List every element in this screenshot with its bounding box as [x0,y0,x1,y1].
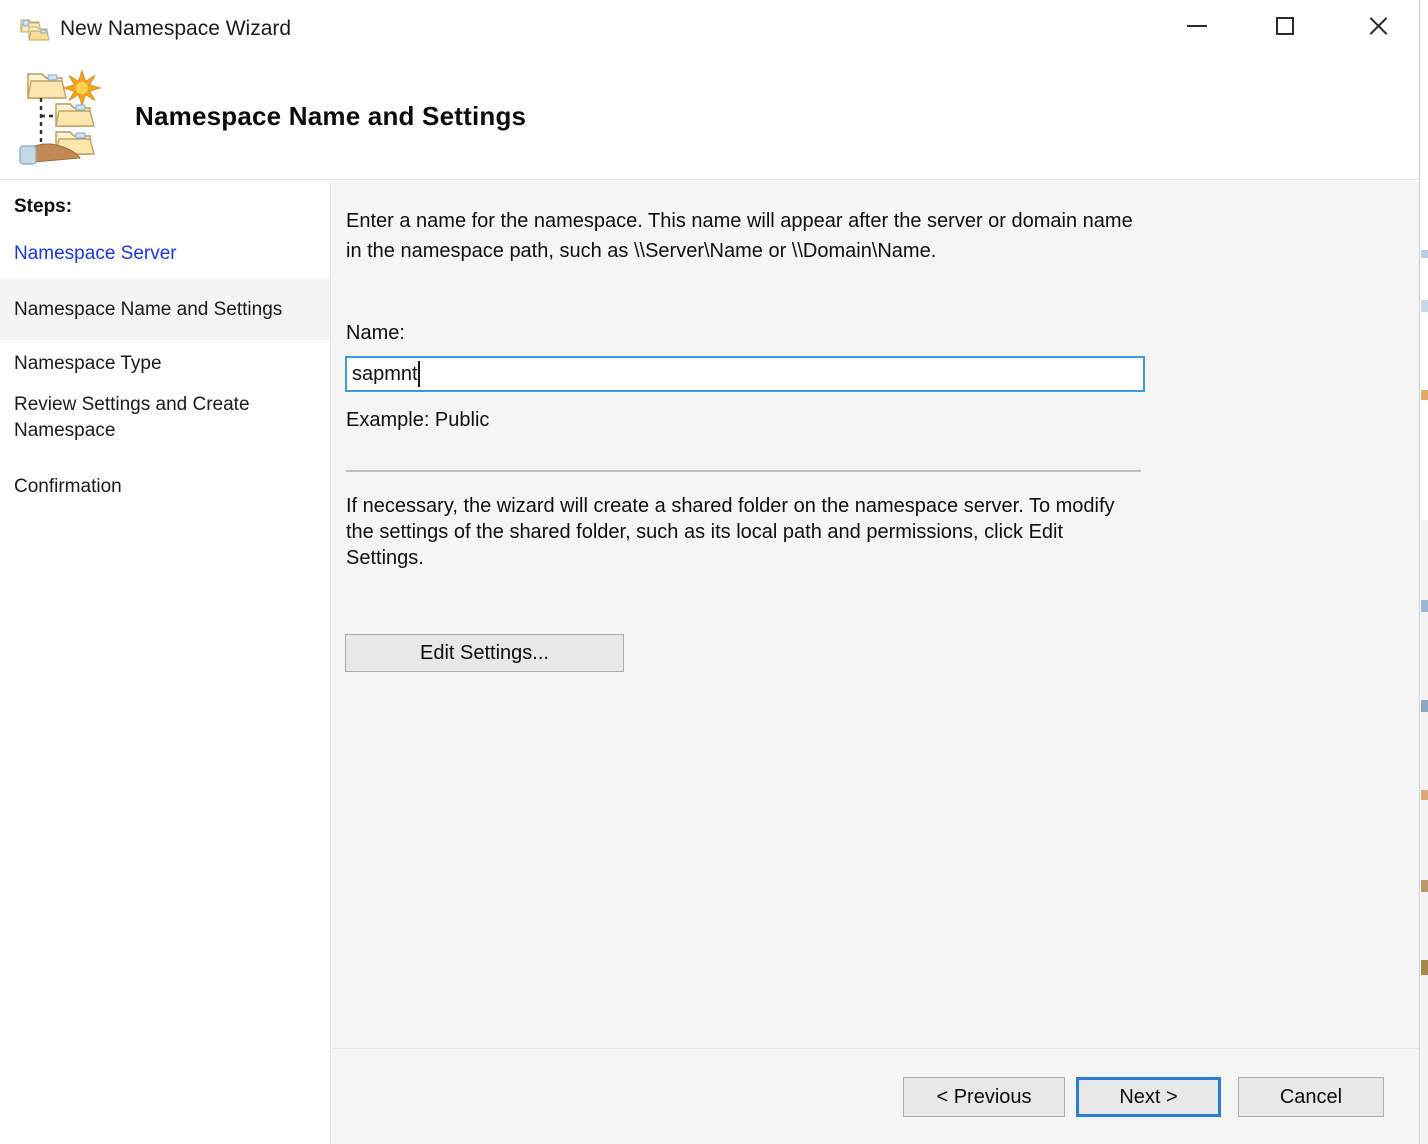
edit-settings-button[interactable]: Edit Settings... [345,634,624,672]
sidebar-item-namespace-name-and-settings[interactable]: Namespace Name and Settings [0,279,330,340]
page-title: Namespace Name and Settings [135,101,527,131]
cancel-button[interactable]: Cancel [1238,1077,1384,1117]
sidebar-item-label: Namespace Server [14,243,177,264]
sidebar-item-confirmation[interactable]: Confirmation [0,463,330,510]
steps-sidebar: Steps: Namespace Server Namespace Name a… [0,181,331,1144]
next-button[interactable]: Next > [1076,1077,1221,1117]
background-window-sliver [1421,0,1428,1144]
name-label: Name: [346,322,405,344]
close-icon [1367,15,1389,37]
new-namespace-wizard-window: New Namespace Wizard Namespace Name and … [0,0,1420,1144]
sidebar-item-label: Review Settings and Create Namespace [14,394,250,441]
sidebar-item-namespace-type[interactable]: Namespace Type [0,340,330,387]
close-button[interactable] [1347,0,1409,52]
content-panel: Enter a name for the namespace. This nam… [332,181,1419,1144]
wizard-footer: < Previous Next > Cancel [332,1048,1419,1144]
sidebar-item-label: Confirmation [14,475,122,497]
sidebar-item-label: Namespace Type [14,352,162,374]
namespace-tree-hand-icon [16,66,106,166]
window-title: New Namespace Wizard [60,17,292,40]
wizard-banner: Namespace Name and Settings [0,58,1419,180]
minimize-icon [1187,25,1207,27]
minimize-button[interactable] [1166,0,1228,52]
text-caret [418,361,420,387]
maximize-button[interactable] [1254,0,1316,52]
maximize-icon [1276,17,1294,35]
example-hint: Example: Public [346,409,490,431]
steps-heading: Steps: [14,196,73,217]
shared-folder-description: If necessary, the wizard will create a s… [346,495,1115,569]
intro-description: Enter a name for the namespace. This nam… [346,210,1133,262]
namespace-name-input[interactable] [345,356,1145,392]
sidebar-item-namespace-server[interactable]: Namespace Server [0,229,330,279]
sidebar-item-review-settings-and-create-namespace[interactable]: Review Settings and Create Namespace [0,387,330,463]
sidebar-item-label: Namespace Name and Settings [14,298,283,320]
title-bar: New Namespace Wizard [0,0,1419,58]
previous-button[interactable]: < Previous [903,1077,1065,1117]
section-divider [346,470,1141,472]
namespace-folders-icon [20,14,52,44]
